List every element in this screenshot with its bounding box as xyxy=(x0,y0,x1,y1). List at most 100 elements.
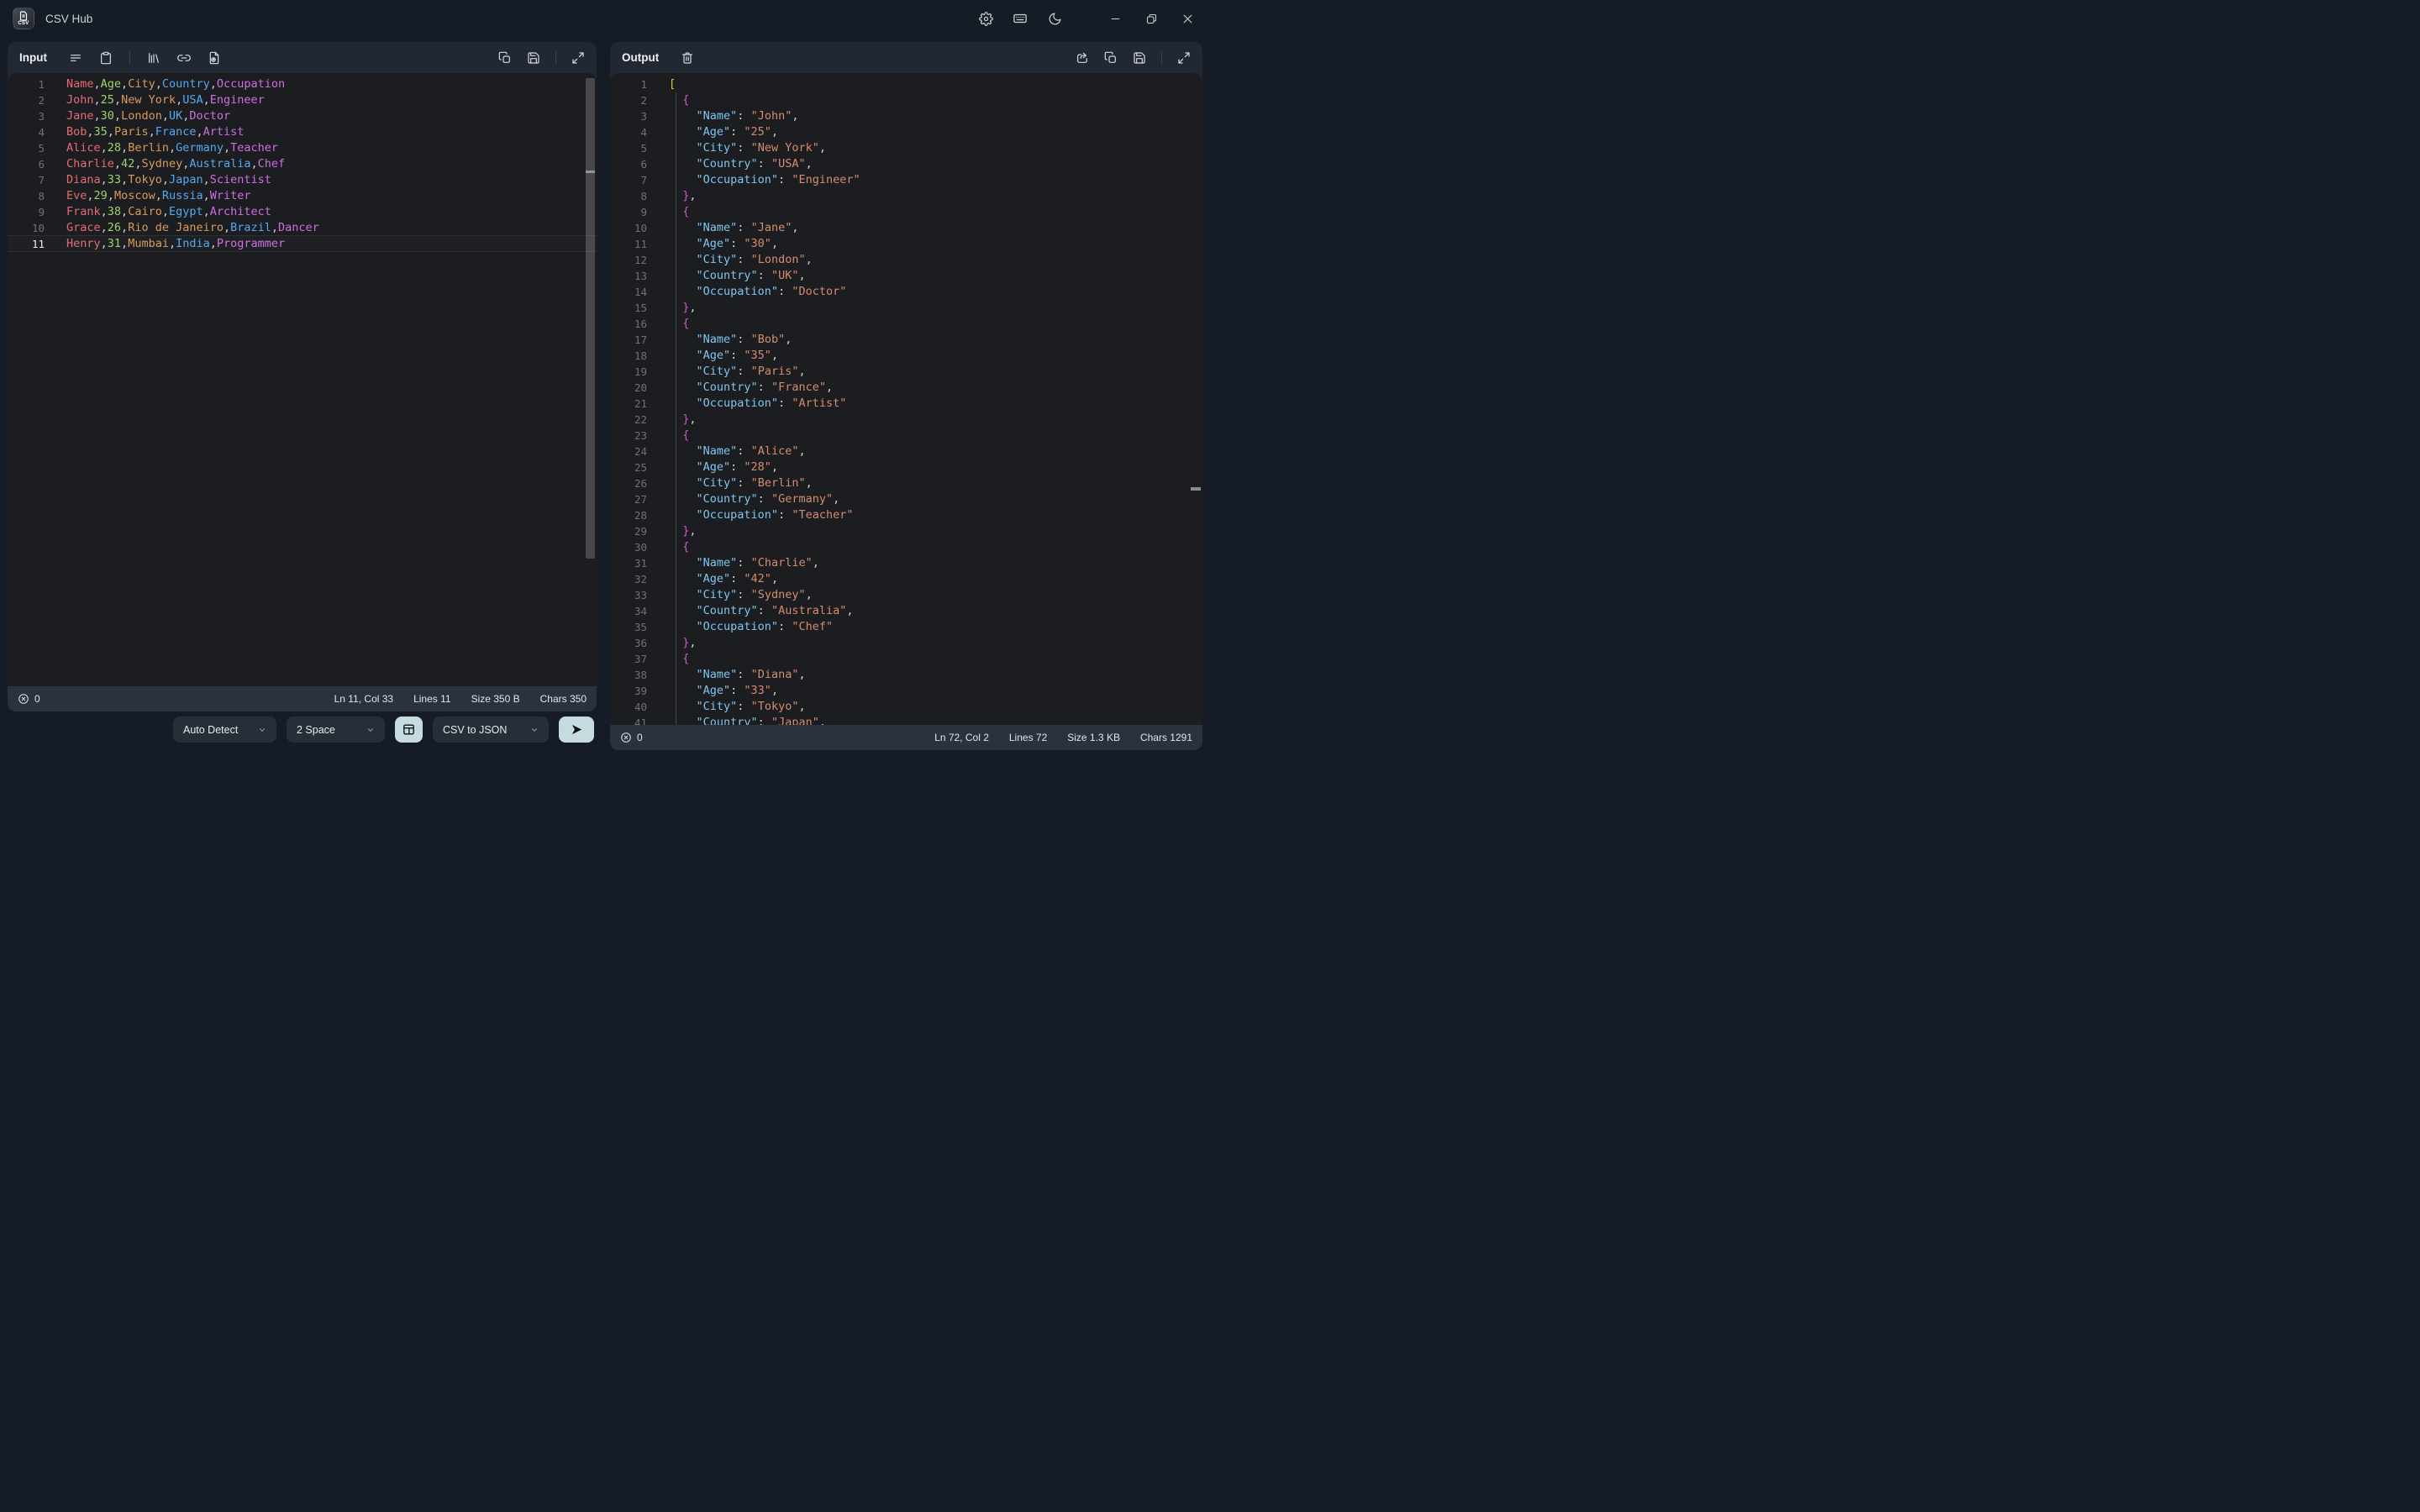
line-content: Eve,29,Moscow,Russia,Writer xyxy=(45,188,251,204)
editor-line[interactable]: 31 "Name": "Charlie", xyxy=(610,555,1202,571)
editor-line[interactable]: 20 "Country": "France", xyxy=(610,380,1202,396)
editor-line[interactable]: 25 "Age": "28", xyxy=(610,459,1202,475)
editor-line[interactable]: 10Grace,26,Rio de Janeiro,Brazil,Dancer xyxy=(8,220,597,236)
editor-line[interactable]: 12 "City": "London", xyxy=(610,252,1202,268)
editor-line[interactable]: 41 "Country": "Japan", xyxy=(610,715,1202,725)
editor-line[interactable]: 6Charlie,42,Sydney,Australia,Chef xyxy=(8,156,597,172)
editor-line[interactable]: 4Bob,35,Paris,France,Artist xyxy=(8,124,597,140)
line-content: Name,Age,City,Country,Occupation xyxy=(45,76,285,92)
paste-button[interactable] xyxy=(99,51,113,65)
share-output-button[interactable] xyxy=(1076,51,1089,65)
line-number: 31 xyxy=(610,555,647,571)
convert-button[interactable] xyxy=(559,717,594,743)
chevron-down-icon xyxy=(366,726,375,734)
editor-line[interactable]: 3 "Name": "John", xyxy=(610,108,1202,124)
editor-line[interactable]: 27 "Country": "Germany", xyxy=(610,491,1202,507)
editor-line[interactable]: 2John,25,New York,USA,Engineer xyxy=(8,92,597,108)
line-number: 17 xyxy=(610,332,647,348)
gear-icon xyxy=(979,12,993,26)
editor-line[interactable]: 7 "Occupation": "Engineer" xyxy=(610,172,1202,188)
editor-line[interactable]: 15 }, xyxy=(610,300,1202,316)
editor-line[interactable]: 5 "City": "New York", xyxy=(610,140,1202,156)
line-content: "Name": "John", xyxy=(647,108,798,124)
minimize-button[interactable] xyxy=(1102,6,1128,31)
editor-line[interactable]: 28 "Occupation": "Teacher" xyxy=(610,507,1202,523)
line-number: 3 xyxy=(610,108,647,124)
editor-line[interactable]: 29 }, xyxy=(610,523,1202,539)
expand-output-button[interactable] xyxy=(1177,51,1191,65)
editor-line[interactable]: 13 "Country": "UK", xyxy=(610,268,1202,284)
json-output-editor[interactable]: 1[2 {3 "Name": "John",4 "Age": "25",5 "C… xyxy=(610,73,1202,725)
line-number: 16 xyxy=(610,316,647,332)
close-button[interactable] xyxy=(1175,6,1200,31)
editor-line[interactable]: 24 "Name": "Alice", xyxy=(610,444,1202,459)
load-url-button[interactable] xyxy=(177,51,191,65)
editor-line[interactable]: 10 "Name": "Jane", xyxy=(610,220,1202,236)
copy-input-button[interactable] xyxy=(498,51,512,65)
table-view-button[interactable] xyxy=(395,717,423,743)
line-number: 41 xyxy=(610,715,647,725)
copy-output-button[interactable] xyxy=(1104,51,1118,65)
input-size: Size 350 B xyxy=(471,693,520,705)
editor-line[interactable]: 33 "City": "Sydney", xyxy=(610,587,1202,603)
indent-dropdown[interactable]: 2 Space xyxy=(287,717,385,743)
import-file-button[interactable] xyxy=(208,51,221,65)
editor-line[interactable]: 26 "City": "Berlin", xyxy=(610,475,1202,491)
settings-button[interactable] xyxy=(973,6,998,31)
line-content: "City": "London", xyxy=(647,252,813,268)
line-number: 25 xyxy=(610,459,647,475)
editor-line[interactable]: 36 }, xyxy=(610,635,1202,651)
editor-line[interactable]: 19 "City": "Paris", xyxy=(610,364,1202,380)
editor-line[interactable]: 30 { xyxy=(610,539,1202,555)
editor-line[interactable]: 34 "Country": "Australia", xyxy=(610,603,1202,619)
format-detect-dropdown[interactable]: Auto Detect xyxy=(173,717,276,743)
editor-line[interactable]: 6 "Country": "USA", xyxy=(610,156,1202,172)
expand-icon xyxy=(1177,51,1191,65)
editor-line[interactable]: 32 "Age": "42", xyxy=(610,571,1202,587)
editor-line[interactable]: 7Diana,33,Tokyo,Japan,Scientist xyxy=(8,172,597,188)
editor-line[interactable]: 1Name,Age,City,Country,Occupation xyxy=(8,76,597,92)
editor-line[interactable]: 38 "Name": "Diana", xyxy=(610,667,1202,683)
save-input-button[interactable] xyxy=(527,51,540,65)
line-content: }, xyxy=(647,300,697,316)
editor-line[interactable]: 8 }, xyxy=(610,188,1202,204)
maximize-button[interactable] xyxy=(1139,6,1164,31)
save-output-button[interactable] xyxy=(1133,51,1146,65)
editor-line[interactable]: 18 "Age": "35", xyxy=(610,348,1202,364)
editor-line[interactable]: 2 { xyxy=(610,92,1202,108)
app-title: CSV Hub xyxy=(45,13,92,25)
output-error-count: 0 xyxy=(637,732,643,743)
expand-input-button[interactable] xyxy=(571,51,585,65)
editor-line[interactable]: 5Alice,28,Berlin,Germany,Teacher xyxy=(8,140,597,156)
clear-output-button[interactable] xyxy=(681,51,694,65)
editor-line[interactable]: 23 { xyxy=(610,428,1202,444)
line-number: 7 xyxy=(610,172,647,188)
editor-line[interactable]: 4 "Age": "25", xyxy=(610,124,1202,140)
editor-line[interactable]: 17 "Name": "Bob", xyxy=(610,332,1202,348)
editor-line[interactable]: 14 "Occupation": "Doctor" xyxy=(610,284,1202,300)
line-content: }, xyxy=(647,523,697,539)
line-content: Henry,31,Mumbai,India,Programmer xyxy=(45,236,285,252)
editor-line[interactable]: 40 "City": "Tokyo", xyxy=(610,699,1202,715)
theme-toggle-button[interactable] xyxy=(1042,6,1067,31)
editor-line[interactable]: 22 }, xyxy=(610,412,1202,428)
editor-line[interactable]: 37 { xyxy=(610,651,1202,667)
editor-line[interactable]: 11Henry,31,Mumbai,India,Programmer xyxy=(8,236,597,252)
editor-line[interactable]: 9 { xyxy=(610,204,1202,220)
editor-line[interactable]: 9Frank,38,Cairo,Egypt,Architect xyxy=(8,204,597,220)
editor-line[interactable]: 16 { xyxy=(610,316,1202,332)
editor-line[interactable]: 8Eve,29,Moscow,Russia,Writer xyxy=(8,188,597,204)
keyboard-shortcuts-button[interactable] xyxy=(1007,6,1033,31)
conversion-type-dropdown[interactable]: CSV to JSON xyxy=(433,717,549,743)
csv-input-editor[interactable]: 1Name,Age,City,Country,Occupation2John,2… xyxy=(8,73,597,686)
editor-line[interactable]: 11 "Age": "30", xyxy=(610,236,1202,252)
editor-line[interactable]: 39 "Age": "33", xyxy=(610,683,1202,699)
sample-library-button[interactable] xyxy=(147,51,160,65)
editor-line[interactable]: 35 "Occupation": "Chef" xyxy=(610,619,1202,635)
output-char-count: Chars 1291 xyxy=(1140,732,1192,743)
editor-line[interactable]: 1[ xyxy=(610,76,1202,92)
editor-line[interactable]: 21 "Occupation": "Artist" xyxy=(610,396,1202,412)
editor-line[interactable]: 3Jane,30,London,UK,Doctor xyxy=(8,108,597,124)
format-button[interactable] xyxy=(69,51,82,65)
line-content: "Occupation": "Teacher" xyxy=(647,507,853,523)
